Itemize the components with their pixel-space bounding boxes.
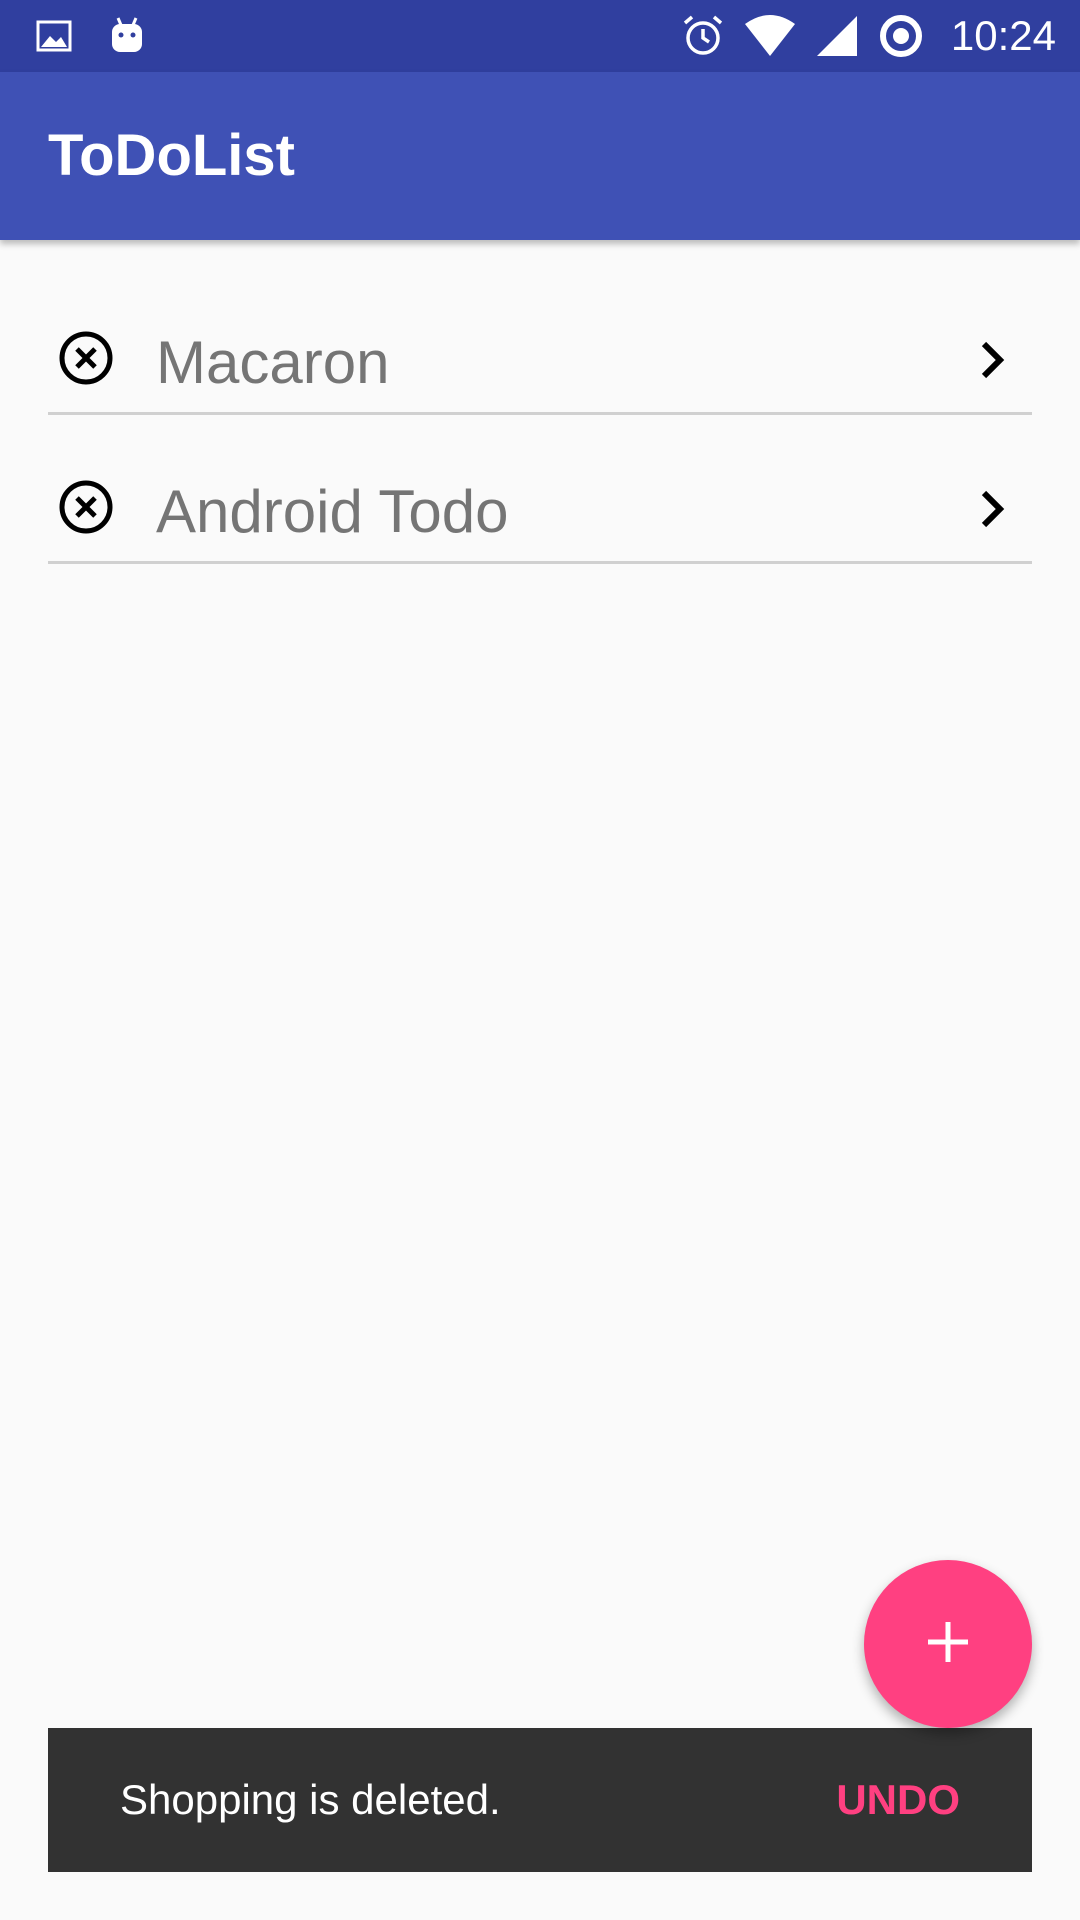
todo-item-row[interactable]: Macaron	[48, 300, 1032, 415]
status-bar-left	[36, 14, 146, 58]
wifi-icon	[743, 14, 797, 58]
status-bar-right: 10:24	[681, 8, 1056, 64]
app-bar: ToDoList	[0, 72, 1080, 240]
plus-icon	[924, 1618, 972, 1671]
add-todo-fab[interactable]	[864, 1560, 1032, 1728]
undo-button[interactable]: UNDO	[836, 1776, 960, 1824]
snackbar-message: Shopping is deleted.	[120, 1776, 501, 1823]
snackbar: Shopping is deleted. UNDO	[48, 1728, 1032, 1872]
todo-item-row[interactable]: Android Todo	[48, 449, 1032, 564]
status-bar: 10:24	[0, 0, 1080, 72]
app-title: ToDoList	[48, 123, 295, 188]
todo-item-label: Android Todo	[156, 478, 509, 545]
chevron-right-icon[interactable]	[972, 485, 1012, 533]
delete-circle-x-icon[interactable]	[58, 330, 114, 386]
alarm-icon	[681, 14, 725, 58]
screen: 10:24 ToDoList Macaron Android Todo Shop…	[0, 0, 1080, 1920]
todo-list: Macaron Android Todo	[48, 300, 1032, 598]
todo-item-label: Macaron	[156, 329, 390, 396]
android-icon	[108, 16, 146, 56]
gallery-icon	[36, 18, 72, 54]
chevron-right-icon[interactable]	[972, 336, 1012, 384]
delete-circle-x-icon[interactable]	[58, 479, 114, 535]
status-time: 10:24	[950, 12, 1056, 59]
signal-icon	[815, 14, 859, 58]
sync-icon	[877, 12, 925, 60]
